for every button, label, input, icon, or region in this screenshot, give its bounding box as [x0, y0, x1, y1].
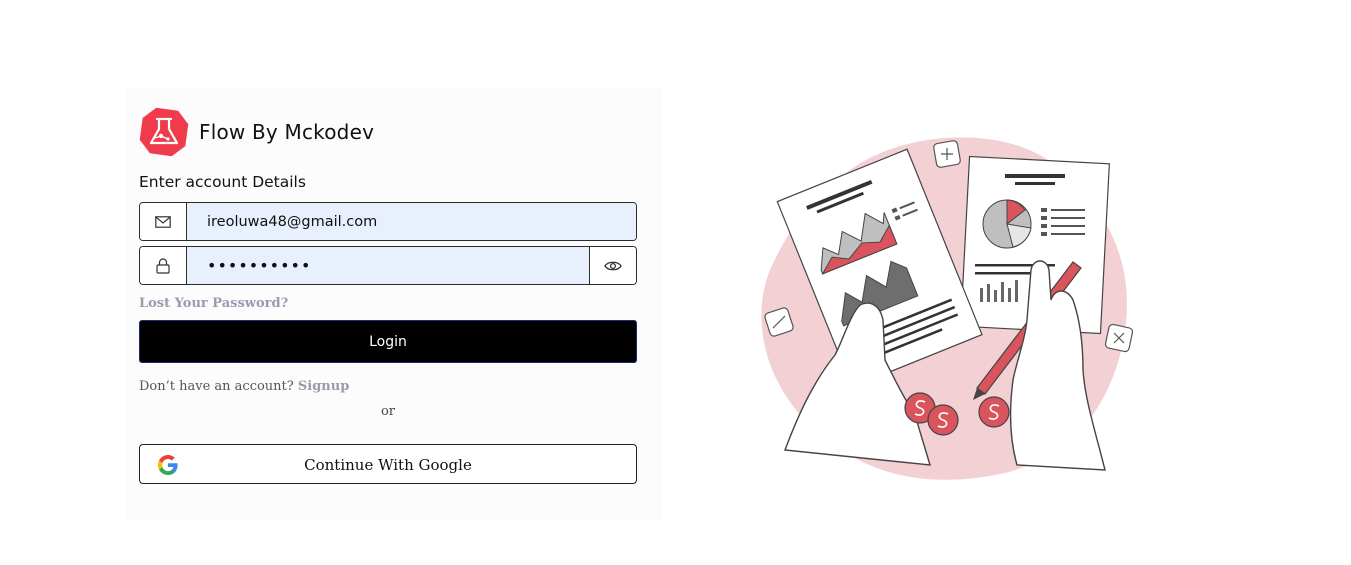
password-field [139, 246, 637, 285]
google-button-label: Continue With Google [304, 456, 472, 474]
form-subtitle: Enter account Details [139, 173, 306, 191]
or-divider: or [380, 404, 396, 419]
close-badge-icon [1104, 323, 1134, 353]
brand-name: Flow By Mckodev [199, 120, 375, 144]
mail-icon [140, 203, 187, 240]
flask-logo-icon [139, 107, 189, 157]
login-button[interactable]: Login [139, 320, 637, 363]
lost-password-link[interactable]: Lost Your Password? [139, 296, 288, 311]
lock-icon [140, 247, 187, 284]
finance-illustration [761, 137, 1134, 480]
password-input[interactable] [187, 247, 589, 284]
signup-prompt: Don’t have an account? Signup [139, 379, 349, 394]
google-signin-button[interactable]: Continue With Google [139, 444, 637, 484]
eye-icon[interactable] [589, 247, 636, 284]
no-account-text: Don’t have an account? [139, 379, 294, 394]
email-field [139, 202, 637, 241]
email-input[interactable] [187, 203, 636, 240]
plus-badge-icon [933, 140, 961, 168]
signup-link[interactable]: Signup [298, 379, 349, 394]
brand-header: Flow By Mckodev [139, 107, 374, 157]
